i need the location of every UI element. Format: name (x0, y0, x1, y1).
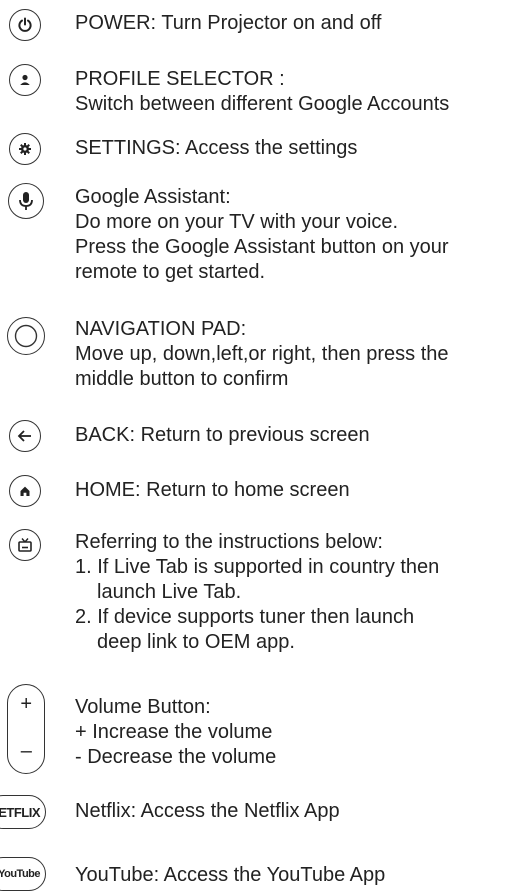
assistant-line-3: remote to get started. (75, 261, 266, 283)
netflix-logo-text: ETFLIX (0, 804, 40, 820)
back-text: Return to previous screen (140, 424, 370, 446)
assistant-description: Google Assistant: Do more on your TV wit… (75, 185, 511, 285)
profile-text: Switch between different Google Accounts (75, 93, 450, 115)
power-heading: POWER: (75, 12, 157, 34)
back-description: BACK: Return to previous screen (75, 423, 511, 448)
netflix-description: Netflix: Access the Netflix App (75, 799, 511, 824)
netflix-heading: Netflix: (75, 800, 137, 822)
home-text: Return to home screen (146, 479, 350, 501)
gear-icon (9, 133, 41, 165)
youtube-logo-icon: YouTube (0, 857, 46, 891)
person-icon (9, 64, 41, 96)
home-icon (9, 475, 41, 507)
power-description: POWER: Turn Projector on and off (75, 11, 511, 36)
youtube-logo-text: YouTube (0, 868, 40, 880)
live-description: Referring to the instructions below: 1. … (75, 530, 511, 655)
back-heading: BACK: (75, 424, 136, 446)
live-line-1: 1. If Live Tab is supported in country t… (75, 556, 440, 578)
home-heading: HOME: (75, 479, 141, 501)
settings-heading: SETTINGS: (75, 137, 181, 159)
power-icon (9, 9, 41, 41)
power-text: Turn Projector on and off (161, 12, 382, 34)
netflix-text: Access the Netflix App (140, 800, 340, 822)
youtube-description: YouTube: Access the YouTube App (75, 863, 511, 888)
netflix-logo-icon: ETFLIX (0, 795, 46, 829)
circle-icon (7, 317, 45, 355)
settings-description: SETTINGS: Access the settings (75, 136, 511, 161)
navigation-description: NAVIGATION PAD: Move up, down,left,or ri… (75, 317, 511, 392)
volume-heading: Volume Button: (75, 696, 211, 718)
profile-heading: PROFILE SELECTOR : (75, 68, 285, 90)
settings-text: Access the settings (185, 137, 358, 159)
assistant-line-2: Press the Google Assistant button on you… (75, 236, 449, 258)
volume-plus-symbol: + (20, 693, 32, 715)
live-heading: Referring to the instructions below: (75, 531, 383, 553)
assistant-heading: Google Assistant: (75, 186, 231, 208)
live-line-4: deep link to OEM app. (97, 631, 295, 653)
profile-description: PROFILE SELECTOR : Switch between differ… (75, 67, 511, 117)
microphone-icon (8, 183, 44, 219)
volume-minus-symbol: – (20, 740, 32, 762)
navigation-heading: NAVIGATION PAD: (75, 318, 247, 340)
youtube-text: Access the YouTube App (163, 864, 386, 886)
youtube-heading: YouTube: (75, 864, 160, 886)
volume-line-1: + Increase the volume (75, 721, 273, 743)
tv-icon (9, 529, 41, 561)
live-line-3: 2. If device supports tuner then launch (75, 606, 415, 628)
volume-description: Volume Button: + Increase the volume - D… (75, 695, 511, 770)
live-line-2: launch Live Tab. (97, 581, 242, 603)
navigation-line-2: middle button to confirm (75, 368, 289, 390)
home-description: HOME: Return to home screen (75, 478, 511, 503)
volume-rocker-icon: + – (7, 684, 45, 774)
volume-line-2: - Decrease the volume (75, 746, 277, 768)
navigation-line-1: Move up, down,left,or right, then press … (75, 343, 449, 365)
assistant-line-1: Do more on your TV with your voice. (75, 211, 399, 233)
back-arrow-icon (9, 420, 41, 452)
